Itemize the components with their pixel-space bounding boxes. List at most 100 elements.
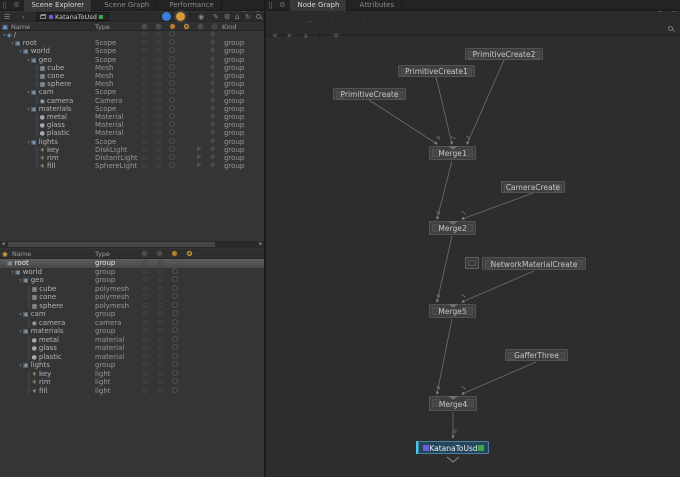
gear-icon[interactable]: ⚙ — [210, 105, 215, 113]
state-circle[interactable] — [142, 32, 147, 37]
gear-icon[interactable]: ⚙ — [210, 97, 215, 105]
gear-icon[interactable]: ⚙ — [210, 154, 215, 162]
edge[interactable] — [437, 161, 452, 219]
mute-icon[interactable] — [155, 23, 162, 30]
col-kind[interactable]: Kind — [222, 23, 236, 31]
col-name[interactable]: Name — [11, 23, 30, 31]
state-circle[interactable] — [169, 31, 175, 37]
state-circle[interactable] — [172, 378, 178, 384]
node-merge4[interactable]: Merge4 — [429, 396, 477, 411]
state-circle[interactable] — [169, 97, 175, 103]
state-circle[interactable] — [169, 39, 175, 45]
tree-row-cam[interactable]: ▾▣camgroup — [0, 310, 264, 319]
state-circle[interactable] — [143, 269, 148, 274]
state-circle[interactable] — [158, 328, 163, 333]
state-circle[interactable] — [172, 353, 178, 359]
state-circle[interactable] — [169, 146, 175, 152]
tree-row-sphere[interactable]: ├▦spherepolymesh — [0, 302, 264, 311]
expander-icon[interactable]: ▾ — [27, 106, 30, 113]
state-circle[interactable] — [143, 320, 148, 325]
state-circle[interactable] — [158, 286, 163, 291]
state-circle[interactable] — [169, 105, 175, 111]
eye-icon[interactable] — [141, 250, 148, 257]
state-circle[interactable] — [142, 122, 147, 127]
gear-icon[interactable]: ⚙ — [224, 13, 230, 21]
collapse-chevron-icon[interactable] — [448, 396, 458, 400]
state-circle[interactable] — [172, 336, 178, 342]
tab-performance[interactable]: Performance — [162, 0, 221, 11]
state-circle[interactable] — [172, 293, 178, 299]
tree-row-geo[interactable]: ▾▣geoScope⚙group — [0, 56, 264, 64]
state-circle[interactable] — [169, 121, 175, 127]
edge[interactable] — [462, 362, 536, 394]
edge[interactable] — [436, 77, 452, 144]
state-circle[interactable] — [156, 65, 161, 70]
output-chevron-icon[interactable] — [447, 457, 459, 462]
state-circle[interactable] — [143, 311, 148, 316]
tab-scene-explorer[interactable]: Scene Explorer — [24, 0, 92, 11]
state-circle[interactable] — [158, 354, 163, 359]
flame-icon[interactable] — [171, 250, 178, 257]
tree-row-glass[interactable]: ├●glassmaterial — [0, 344, 264, 353]
search-icon[interactable] — [668, 26, 673, 31]
tree-row-cone[interactable]: ├▦conepolymesh — [0, 293, 264, 302]
state-circle[interactable] — [143, 303, 148, 308]
node-primitivecreate2[interactable]: PrimitiveCreate2 — [465, 48, 543, 60]
state-circle[interactable] — [142, 89, 147, 94]
state-circle[interactable] — [156, 98, 161, 103]
gear-icon[interactable]: ⚙ — [210, 31, 215, 39]
star-icon[interactable]: ★ — [183, 23, 190, 30]
state-circle[interactable] — [142, 130, 147, 135]
tree-row-world[interactable]: ▾▣worldgroup — [0, 268, 264, 277]
gear-icon[interactable]: ⚙ — [210, 138, 215, 146]
col-type[interactable]: Type — [95, 249, 110, 259]
root-node-chip[interactable]: KatanaToUsd — [36, 12, 109, 21]
state-circle[interactable] — [158, 362, 163, 367]
gear-icon[interactable]: ⚙ — [210, 146, 215, 154]
state-circle[interactable] — [172, 387, 178, 393]
tree-row-cube[interactable]: ├▦cubeMesh⚙group — [0, 64, 264, 72]
state-circle[interactable] — [143, 328, 148, 333]
node-katanatousd[interactable]: KatanaToUsd — [418, 441, 489, 454]
tree-row-plastic[interactable]: ├●plasticMaterial⚙group — [0, 129, 264, 137]
state-circle[interactable] — [158, 379, 163, 384]
expander-icon[interactable]: ▾ — [19, 277, 22, 284]
gear-icon[interactable]: ⚙ — [210, 72, 215, 80]
orange-circle-icon[interactable] — [176, 12, 185, 21]
tree-row-plastic[interactable]: ├●plasticmaterial — [0, 353, 264, 362]
tree-row-cone[interactable]: ├▦coneMesh⚙group — [0, 72, 264, 80]
state-circle[interactable] — [172, 327, 178, 333]
state-circle[interactable] — [143, 379, 148, 384]
home-icon[interactable]: ⌂ — [235, 13, 239, 21]
mute-icon[interactable] — [156, 250, 163, 257]
nav-up-icon[interactable]: ▲ — [303, 29, 308, 43]
collapse-chevron-icon[interactable] — [448, 304, 458, 308]
state-circle[interactable] — [169, 72, 175, 78]
state-circle[interactable] — [169, 154, 175, 160]
flame-icon[interactable] — [169, 23, 176, 30]
panel-grip-icon[interactable] — [3, 2, 6, 9]
tree-row-materials[interactable]: ▾▣materialsScope⚙group — [0, 105, 264, 113]
state-circle[interactable] — [156, 155, 161, 160]
collapse-chevron-icon[interactable] — [448, 221, 458, 225]
gear-icon[interactable]: ⚙ — [211, 23, 218, 30]
state-circle[interactable] — [169, 64, 175, 70]
state-circle[interactable] — [156, 32, 161, 37]
gear-icon[interactable]: ⚙ — [210, 39, 215, 47]
state-circle[interactable] — [172, 344, 178, 350]
tree-row-glass[interactable]: ├●glassMaterial⚙group — [0, 121, 264, 129]
state-circle[interactable] — [142, 57, 147, 62]
state-circle[interactable] — [142, 147, 147, 152]
state-circle[interactable] — [143, 337, 148, 342]
green-port-icon[interactable] — [478, 445, 484, 451]
state-circle[interactable] — [142, 73, 147, 78]
tree-row-rim[interactable]: ├☀rimlight — [0, 378, 264, 387]
expander-icon[interactable]: ▾ — [27, 57, 30, 64]
tree-row-materials[interactable]: ▾▣materialsgroup — [0, 327, 264, 336]
state-circle[interactable] — [158, 337, 163, 342]
state-circle[interactable] — [142, 155, 147, 160]
state-circle[interactable] — [172, 259, 178, 265]
scroll-left-icon[interactable]: ◀ — [1, 241, 5, 248]
expander-icon[interactable]: ▾ — [19, 328, 22, 335]
collapse-chevron-icon[interactable] — [448, 146, 458, 150]
